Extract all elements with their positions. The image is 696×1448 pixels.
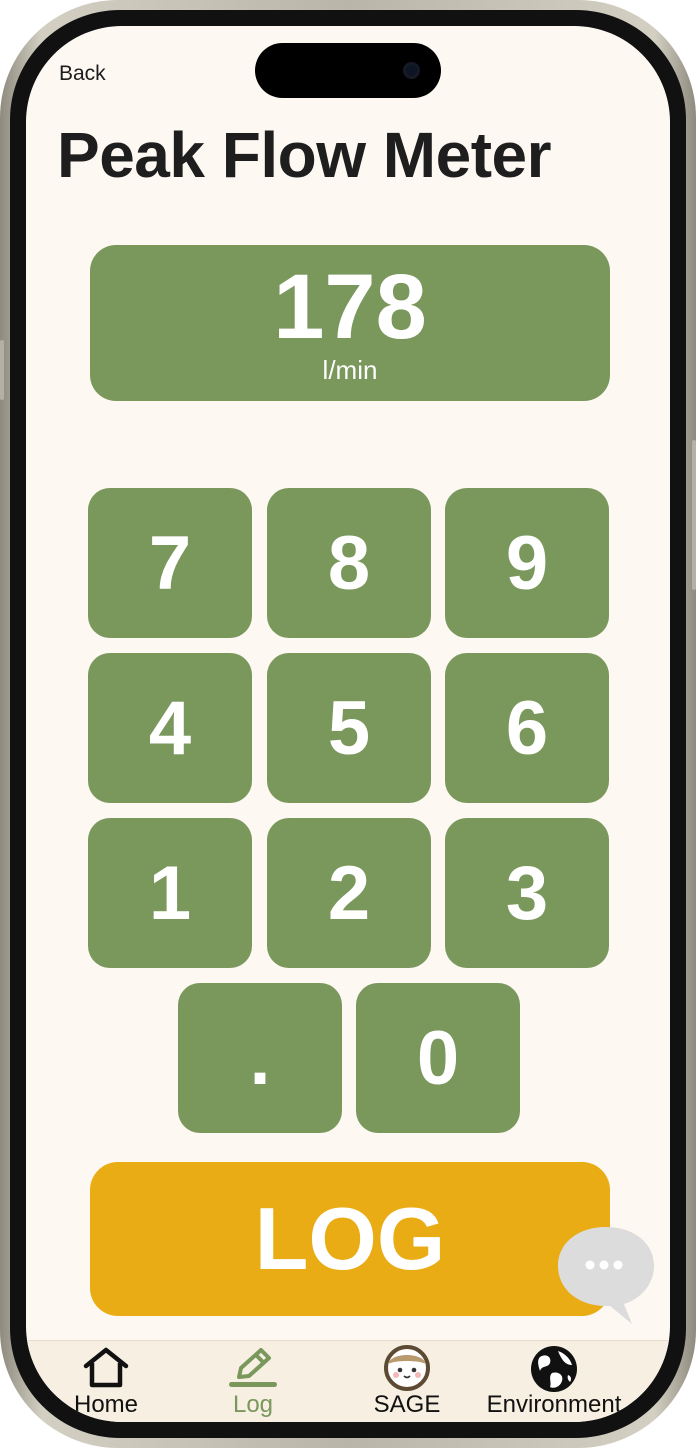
key-decimal[interactable]: . — [178, 983, 342, 1133]
page-title: Peak Flow Meter — [57, 119, 552, 191]
tab-sage[interactable]: SAGE — [352, 1341, 462, 1422]
reading-unit: l/min — [322, 355, 378, 385]
tab-home[interactable]: Home — [46, 1341, 166, 1422]
key-4[interactable]: 4 — [88, 653, 252, 803]
key-5[interactable]: 5 — [267, 653, 431, 803]
pencil-icon — [229, 1348, 277, 1387]
tab-environment-label: Environment — [486, 1391, 622, 1418]
key-1[interactable]: 1 — [88, 818, 252, 968]
key-8[interactable]: 8 — [267, 488, 431, 638]
reading-value: 178 — [273, 256, 427, 358]
side-button-left — [0, 340, 4, 400]
side-button-right — [692, 440, 696, 590]
tab-home-label: Home — [73, 1391, 139, 1418]
key-0[interactable]: 0 — [356, 983, 520, 1133]
tab-bar: Home Log SAGE Environment — [26, 1340, 670, 1422]
tab-sage-label: SAGE — [373, 1391, 441, 1418]
dynamic-island — [255, 43, 441, 98]
screen: Back Peak Flow Meter 178 l/min 7 8 9 4 5… — [26, 26, 670, 1422]
front-camera-icon — [403, 62, 420, 79]
chat-bubble-icon — [558, 1227, 654, 1324]
log-button[interactable]: LOG — [90, 1162, 610, 1316]
key-2[interactable]: 2 — [267, 818, 431, 968]
key-9[interactable]: 9 — [445, 488, 609, 638]
key-6[interactable]: 6 — [445, 653, 609, 803]
reading-display: 178 l/min — [90, 245, 610, 401]
tab-environment[interactable]: Environment — [472, 1341, 636, 1422]
tab-log-label: Log — [232, 1391, 274, 1418]
chat-button[interactable] — [554, 1223, 658, 1329]
tab-log[interactable]: Log — [198, 1341, 308, 1422]
back-button[interactable]: Back — [59, 62, 106, 86]
globe-icon — [531, 1346, 577, 1392]
home-icon — [83, 1347, 129, 1388]
key-3[interactable]: 3 — [445, 818, 609, 968]
key-7[interactable]: 7 — [88, 488, 252, 638]
sage-avatar-icon — [384, 1345, 430, 1391]
